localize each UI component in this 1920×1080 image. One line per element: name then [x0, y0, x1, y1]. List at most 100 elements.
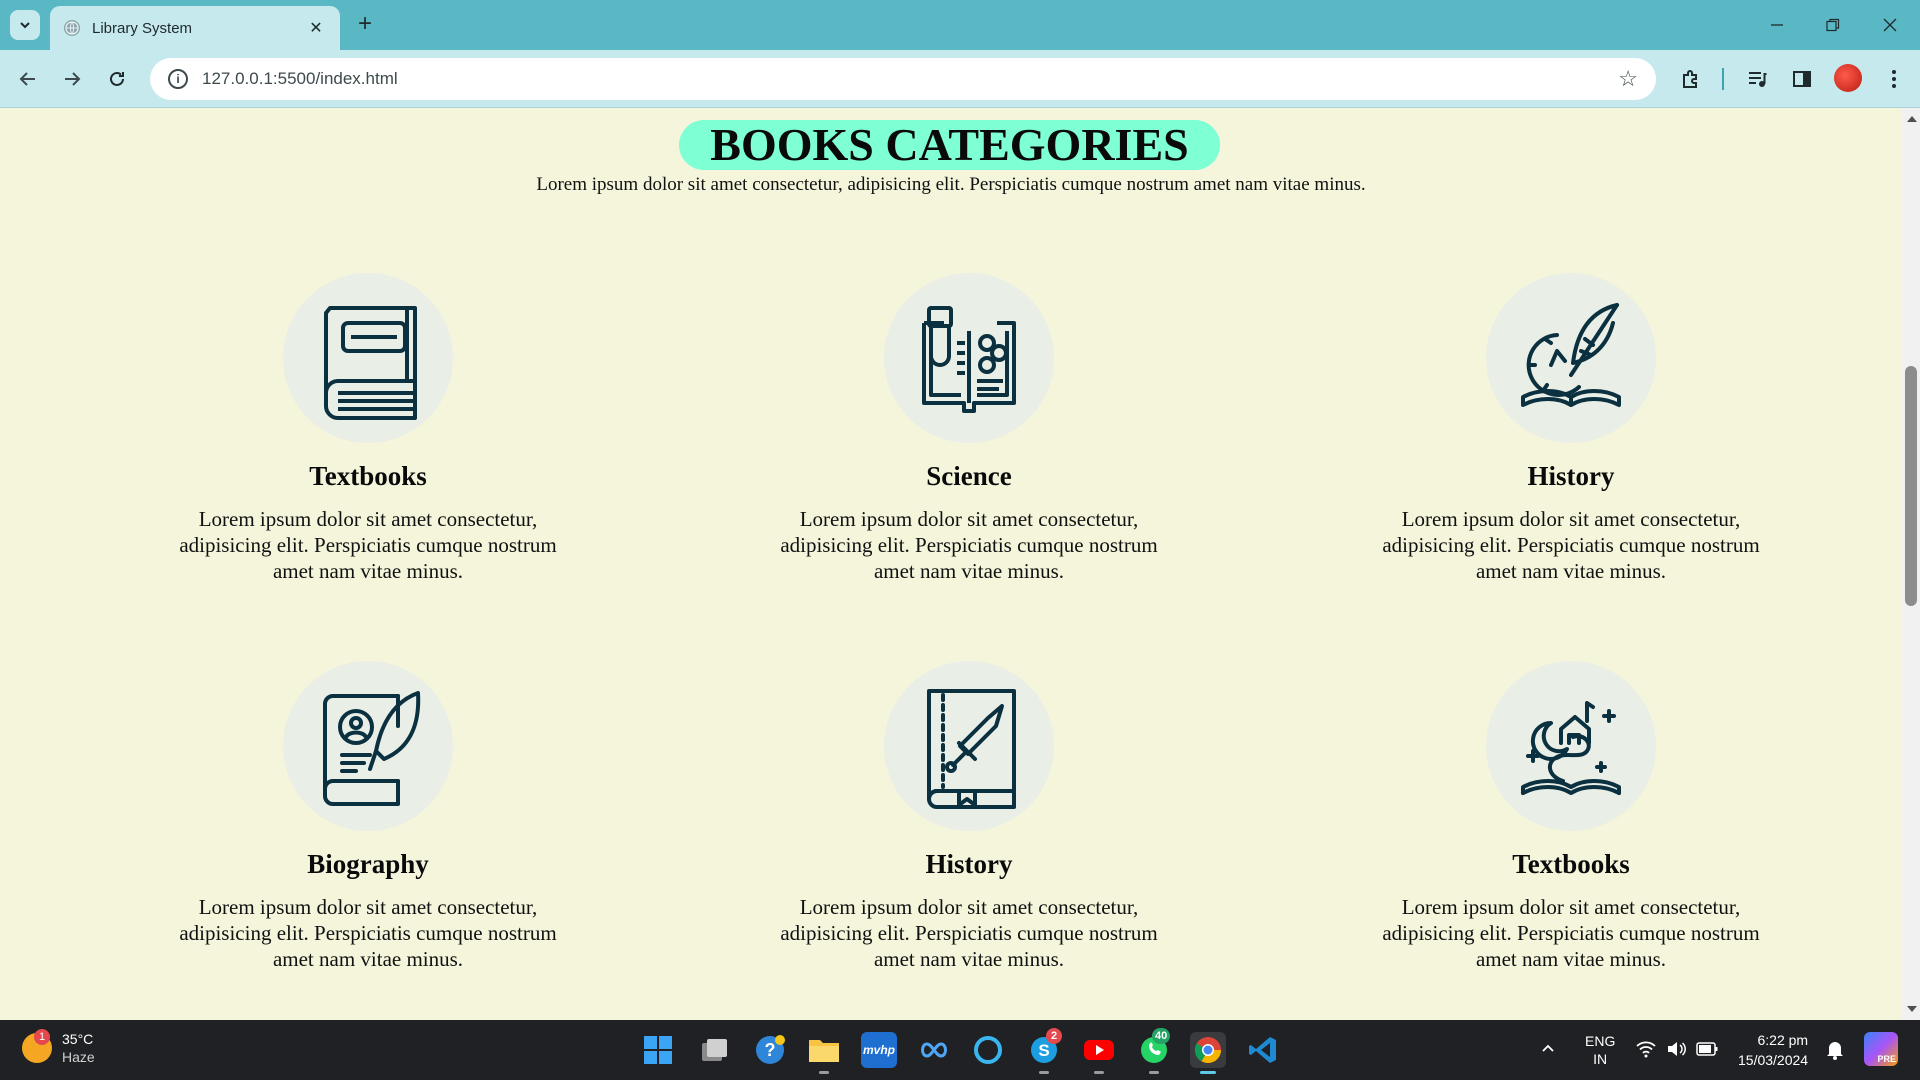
toolbar-divider [1722, 68, 1724, 90]
media-control-button[interactable] [1743, 65, 1771, 93]
category-title: History [1527, 461, 1615, 491]
category-title: Textbooks [309, 461, 427, 491]
category-description: Lorem ipsum dolor sit amet consectetur, … [179, 895, 557, 971]
show-hidden-icons-button[interactable] [1540, 1040, 1556, 1059]
wifi-icon[interactable] [1636, 1040, 1656, 1061]
close-window-button[interactable] [1877, 12, 1903, 38]
folder-icon [809, 1040, 839, 1062]
skype-button[interactable]: S 2 [1026, 1028, 1062, 1074]
history-quill-icon [1486, 273, 1656, 443]
whatsapp-badge: 40 [1152, 1028, 1171, 1044]
globe-icon [64, 20, 80, 36]
volume-icon[interactable] [1666, 1040, 1686, 1061]
chrome-button[interactable] [1190, 1032, 1226, 1074]
running-indicator [1094, 1071, 1104, 1074]
running-indicator [1039, 1071, 1049, 1074]
category-title: History [925, 849, 1013, 879]
restore-button[interactable] [1820, 12, 1846, 38]
category-card-textbooks-2: Textbooks Lorem ipsum dolor sit amet con… [1361, 661, 1781, 972]
browser-toolbar: i 127.0.0.1:5500/index.html ☆ [0, 50, 1920, 108]
youtube-icon [1084, 1040, 1114, 1060]
task-view-icon [702, 1039, 727, 1061]
category-title: Science [926, 461, 1012, 491]
cortana-icon [974, 1036, 1002, 1064]
more-vertical-icon [1892, 70, 1896, 88]
new-tab-button[interactable]: + [352, 12, 378, 38]
bookmark-star-icon[interactable]: ☆ [1618, 66, 1638, 92]
category-card-biography: Biography Lorem ipsum dolor sit amet con… [158, 661, 578, 972]
task-view-button[interactable] [696, 1032, 732, 1068]
skype-badge: 2 [1046, 1028, 1062, 1044]
windows-logo-icon [644, 1036, 672, 1064]
file-explorer-button[interactable] [806, 1032, 842, 1074]
tab-close-button[interactable]: ✕ [306, 18, 326, 38]
category-description: Lorem ipsum dolor sit amet consectetur, … [179, 507, 557, 583]
system-clock[interactable]: 6:22 pm 15/03/2024 [1738, 1030, 1808, 1070]
weather-description: Haze [62, 1049, 95, 1065]
page-scrollbar[interactable] [1902, 108, 1920, 1020]
profile-avatar[interactable] [1834, 64, 1862, 92]
browser-tab-bar: Library System ✕ + [0, 0, 1920, 50]
fantasy-book-icon [1486, 661, 1656, 831]
back-button[interactable] [13, 64, 43, 94]
category-description: Lorem ipsum dolor sit amet consectetur, … [1382, 895, 1760, 971]
cortana-button[interactable] [970, 1032, 1006, 1068]
scroll-up-arrow-icon[interactable] [1907, 116, 1917, 122]
mcafee-app-button[interactable]: mvhp [861, 1032, 897, 1068]
sword-book-icon [884, 661, 1054, 831]
help-app-button[interactable]: ? [752, 1032, 788, 1068]
category-card-science: Science Lorem ipsum dolor sit amet conse… [759, 273, 1179, 584]
chevron-down-icon [20, 22, 30, 29]
start-button[interactable] [640, 1032, 676, 1068]
notifications-bell-icon[interactable] [1826, 1040, 1844, 1063]
side-panel-button[interactable] [1788, 65, 1816, 93]
forward-button[interactable] [57, 64, 87, 94]
region-code: IN [1593, 1051, 1608, 1067]
youtube-button[interactable] [1081, 1032, 1117, 1074]
science-book-icon [884, 273, 1054, 443]
category-title: Textbooks [1512, 849, 1630, 879]
category-card-history-2: History Lorem ipsum dolor sit amet conse… [759, 661, 1179, 972]
whatsapp-button[interactable]: 40 [1136, 1028, 1172, 1074]
category-card-textbooks: Textbooks Lorem ipsum dolor sit amet con… [158, 273, 578, 584]
clock-time: 6:22 pm [1757, 1032, 1809, 1048]
svg-text:S: S [1038, 1041, 1049, 1060]
url-text[interactable]: 127.0.0.1:5500/index.html [202, 69, 1618, 89]
chevron-up-icon [1542, 1044, 1554, 1052]
extensions-button[interactable] [1677, 65, 1705, 93]
heading-banner: BOOKS CATEGORIES [679, 120, 1220, 170]
category-card-history: History Lorem ipsum dolor sit amet conse… [1361, 273, 1781, 584]
language-code: ENG [1585, 1033, 1616, 1049]
meta-app-button[interactable] [916, 1032, 952, 1068]
language-indicator[interactable]: ENG IN [1585, 1032, 1615, 1068]
scroll-down-arrow-icon[interactable] [1907, 1006, 1917, 1012]
minimize-button[interactable] [1764, 12, 1790, 38]
site-info-icon[interactable]: i [168, 69, 188, 89]
category-description: Lorem ipsum dolor sit amet consectetur, … [1382, 507, 1760, 583]
address-bar[interactable]: i 127.0.0.1:5500/index.html ☆ [150, 58, 1656, 100]
active-indicator [1200, 1071, 1216, 1074]
help-icon: ? [756, 1035, 785, 1064]
page-title: BOOKS CATEGORIES [710, 119, 1189, 170]
playlist-icon [1749, 72, 1767, 87]
weather-widget[interactable]: 1 35°C Haze [22, 1029, 95, 1066]
tab-title: Library System [92, 19, 193, 37]
scroll-thumb[interactable] [1905, 366, 1917, 606]
active-tab[interactable]: Library System ✕ [50, 6, 340, 50]
tab-search-button[interactable] [10, 10, 40, 40]
battery-icon[interactable] [1696, 1042, 1718, 1059]
arrow-left-icon [19, 72, 35, 86]
reload-icon [110, 71, 124, 86]
restore-icon [1826, 18, 1840, 32]
vscode-button[interactable] [1245, 1032, 1281, 1068]
reload-button[interactable] [102, 64, 132, 94]
clock-date: 15/03/2024 [1738, 1052, 1809, 1068]
vscode-icon [1249, 1037, 1276, 1063]
web-page: BOOKS CATEGORIES Lorem ipsum dolor sit a… [0, 108, 1902, 1020]
chrome-icon [1194, 1037, 1222, 1064]
category-title: Biography [307, 849, 429, 879]
browser-menu-button[interactable] [1880, 65, 1908, 93]
copilot-button[interactable]: PRE [1864, 1032, 1898, 1066]
category-description: Lorem ipsum dolor sit amet consectetur, … [780, 895, 1158, 971]
puzzle-icon [1683, 70, 1697, 88]
